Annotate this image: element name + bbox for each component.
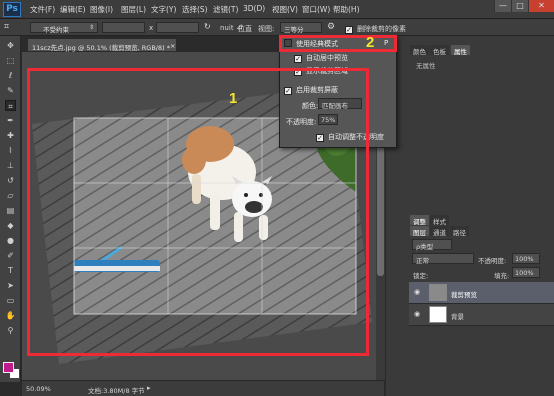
menu-file[interactable]: 文件(F) (30, 4, 55, 15)
gear-icon[interactable]: ⚙ (327, 22, 335, 32)
straighten-label[interactable]: 拉直 (238, 24, 252, 34)
close-button[interactable]: ✕ (528, 0, 554, 12)
blend-mode-dropdown[interactable]: 正常 (412, 253, 474, 265)
move-icon[interactable]: ✥ (5, 40, 16, 51)
layer-row-crop-preview[interactable]: ◉ 裁剪预览 (409, 282, 554, 304)
swap-icon[interactable]: ↻ (204, 22, 211, 31)
tab-channels[interactable]: 通道 (430, 226, 449, 237)
layer-filter-dropdown[interactable]: ρ类型 (412, 239, 452, 251)
auto-center-option[interactable]: ✓ 自动居中预览 (294, 53, 348, 63)
clear-button[interactable]: nuit (220, 24, 234, 32)
path-select-icon[interactable]: ➤ (5, 280, 16, 291)
tab-adjustments[interactable]: 调整 (410, 215, 429, 226)
menu-image[interactable]: 图像(I) (90, 4, 113, 15)
document-tab-title: 11scz先点.jpg @ 50.1% (裁剪预览, RGB/8) * (32, 44, 170, 52)
brush-icon[interactable]: ⌇ (5, 145, 16, 156)
fill-label: 填充: (494, 272, 510, 280)
layer-name[interactable]: 裁剪预览 (451, 289, 477, 299)
checkbox-checked-icon: ✓ (345, 26, 353, 34)
crop-tool-preset-icon[interactable]: ⌗ (4, 22, 16, 33)
zoom-icon[interactable]: ⚲ (5, 325, 16, 336)
zoom-level[interactable]: 50.09% (26, 385, 51, 393)
layer-opacity-label: 不透明度: (478, 257, 507, 265)
view-dropdown[interactable]: 三等分 (280, 22, 322, 34)
view-label: 视图: (258, 25, 275, 33)
menu-type[interactable]: 文字(Y) (151, 4, 176, 15)
tab-paths[interactable]: 路径 (450, 226, 469, 237)
eraser-icon[interactable]: ▱ (5, 190, 16, 201)
annotation-number-2: 2 (366, 34, 375, 51)
annotation-box-2 (279, 35, 397, 52)
gradient-icon[interactable]: ▤ (5, 205, 16, 216)
tools-panel: ✥ ⬚ ℓ ✎ ⌗ ✒ ✚ ⌇ ⊥ ↺ ▱ ▤ ◆ ● ✐ T ➤ ▭ ✋ ⚲ (0, 36, 21, 382)
menu-bar: Ps 文件(F) 编辑(E) 图像(I) 图层(L) 文字(Y) 选择(S) 滤… (0, 0, 554, 19)
maximize-button[interactable]: □ (511, 0, 528, 12)
menu-view[interactable]: 视图(V) (272, 4, 298, 15)
status-bar: 50.09% 文档:3.80M/8 字节 ▸ (22, 380, 384, 396)
menu-edit[interactable]: 编辑(E) (60, 4, 86, 15)
properties-empty-text: 无属性 (416, 62, 436, 70)
hand-icon[interactable]: ✋ (5, 310, 16, 321)
width-field[interactable] (102, 22, 145, 33)
eyedropper-icon[interactable]: ✒ (5, 115, 16, 126)
tab-color[interactable]: 颜色 (410, 45, 429, 56)
delete-cropped-label: 删除裁剪的像素 (357, 25, 406, 33)
quick-select-icon[interactable]: ✎ (5, 85, 16, 96)
layer-thumbnail (429, 306, 447, 323)
layer-opacity-value: 100% (515, 255, 534, 263)
layer-thumbnail (429, 284, 447, 301)
delete-cropped-checkbox[interactable]: ✓ 删除裁剪的像素 (345, 24, 406, 34)
healing-icon[interactable]: ✚ (5, 130, 16, 141)
height-field[interactable] (156, 22, 199, 33)
type-icon[interactable]: T (5, 265, 16, 276)
scrollbar-thumb[interactable] (377, 126, 384, 276)
annotation-number-1: 1 (229, 90, 238, 107)
shape-icon[interactable]: ▭ (5, 295, 16, 306)
menu-layer[interactable]: 图层(L) (121, 4, 146, 15)
swap-label[interactable]: x (149, 24, 153, 32)
crop-icon[interactable]: ⌗ (5, 100, 16, 111)
blend-mode-value: 正常 (416, 257, 429, 265)
foreground-color-swatch[interactable] (3, 362, 14, 373)
fill-field[interactable]: 100% (512, 267, 540, 278)
ratio-dropdown[interactable]: 不受约束 ⇕ (30, 22, 98, 34)
layer-opacity-field[interactable]: 100% (512, 253, 540, 264)
history-brush-icon[interactable]: ↺ (5, 175, 16, 186)
tab-styles[interactable]: 样式 (430, 215, 449, 226)
annotation-box-1 (27, 68, 369, 356)
lasso-icon[interactable]: ℓ (5, 70, 16, 81)
eye-icon[interactable]: ◉ (414, 288, 423, 297)
window-controls: — □ ✕ (494, 0, 554, 12)
photoshop-logo: Ps (3, 2, 21, 17)
blur-icon[interactable]: ◆ (5, 220, 16, 231)
arrow-right-icon[interactable]: ▸ (147, 384, 151, 392)
document-info: 文档:3.80M/8 字节 (88, 387, 145, 395)
view-value: 三等分 (284, 26, 304, 34)
checkbox-checked-icon: ✓ (294, 55, 302, 63)
menu-window[interactable]: 窗口(W) (302, 4, 330, 15)
clone-stamp-icon[interactable]: ⊥ (5, 160, 16, 171)
pen-icon[interactable]: ✐ (5, 250, 16, 261)
menu-filter[interactable]: 滤镜(T) (213, 4, 238, 15)
layer-row-background[interactable]: ◉ 背景 (409, 304, 554, 326)
fill-value: 100% (515, 269, 534, 277)
close-tab-icon[interactable]: × (170, 42, 175, 50)
menu-select[interactable]: 选择(S) (182, 4, 208, 15)
layer-name[interactable]: 背景 (451, 311, 464, 321)
tab-layers[interactable]: 图层 (410, 226, 429, 237)
eye-icon[interactable]: ◉ (414, 310, 423, 319)
filter-kind-value: ρ类型 (416, 243, 434, 251)
menu-3d[interactable]: 3D(D) (243, 4, 265, 13)
ratio-value: 不受约束 (43, 26, 69, 34)
menu-help[interactable]: 帮助(H) (333, 4, 360, 15)
dodge-icon[interactable]: ● (5, 235, 16, 246)
lock-label: 锁定: (413, 272, 429, 280)
marquee-icon[interactable]: ⬚ (5, 55, 16, 66)
chevron-down-icon: ⇕ (88, 24, 94, 31)
auto-center-label: 自动居中预览 (306, 54, 348, 62)
minimize-button[interactable]: — (494, 0, 511, 12)
tab-properties[interactable]: 属性 (451, 45, 470, 56)
tab-swatches[interactable]: 色板 (430, 45, 449, 56)
document-tab[interactable]: 11scz先点.jpg @ 50.1% (裁剪预览, RGB/8) * × (27, 38, 177, 52)
